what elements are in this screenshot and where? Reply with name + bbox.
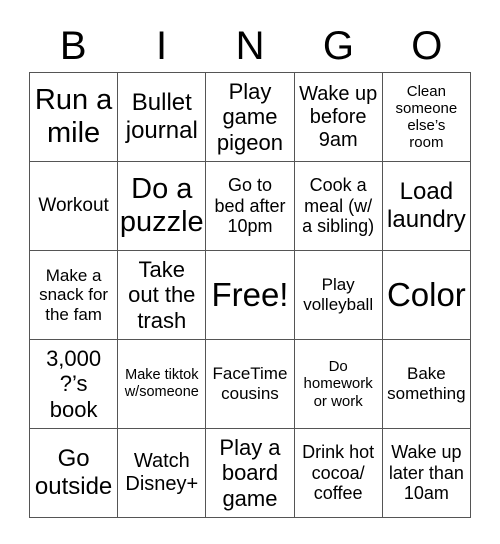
cell-text: Wake up before 9am [299, 82, 378, 151]
cell-text: Free! [211, 276, 289, 314]
bingo-cell[interactable]: Clean someone else’s room [381, 72, 472, 162]
grid-row: Run a mile Bullet journal Play game pige… [28, 72, 472, 162]
free-space-cell[interactable]: Free! [205, 250, 295, 340]
bingo-cell[interactable]: Make a snack for the fam [28, 250, 119, 340]
header-letter-o: O [411, 24, 443, 68]
grid-row: Go outside Watch Disney+ Play a board ga… [28, 428, 472, 518]
cell-text: 3,000 ?’s book [46, 346, 102, 422]
cell-text: Play a board game [219, 435, 281, 511]
bingo-cell[interactable]: Wake up later than 10am [381, 428, 472, 518]
bingo-header: B I N G O [29, 24, 471, 68]
bingo-cell[interactable]: Run a mile [28, 72, 119, 162]
cell-text: Go to bed after 10pm [214, 174, 286, 237]
bingo-cell[interactable]: Go to bed after 10pm [205, 161, 295, 251]
bingo-cell[interactable]: Play game pigeon [205, 72, 295, 162]
bingo-cell[interactable]: FaceTime cousins [205, 339, 295, 429]
cell-text: Do a puzzle [119, 172, 204, 238]
cell-text: Make a snack for the fam [39, 265, 109, 324]
bingo-cell[interactable]: Take out the trash [117, 250, 207, 340]
cell-text: Go outside [34, 445, 113, 500]
cell-text: FaceTime cousins [212, 364, 288, 403]
cell-text: Workout [38, 195, 109, 217]
cell-text: Load laundry [387, 178, 466, 233]
cell-text: Drink hot cocoa/ coffee [302, 441, 375, 504]
bingo-cell[interactable]: Do a puzzle [117, 161, 207, 251]
bingo-cell[interactable]: 3,000 ?’s book [28, 339, 119, 429]
bingo-cell[interactable]: Cook a meal (w/ a sibling) [293, 161, 383, 251]
header-letter-b: B [59, 24, 87, 68]
cell-text: Make tiktok w/someone [124, 367, 199, 400]
grid-row: 3,000 ?’s book Make tiktok w/someone Fac… [28, 339, 472, 429]
cell-text: Run a mile [34, 83, 113, 149]
cell-text: Bullet journal [125, 89, 198, 144]
cell-text: Play volleyball [303, 275, 374, 314]
cell-text: Bake something [387, 364, 466, 403]
cell-text: Cook a meal (w/ a sibling) [302, 174, 375, 237]
cell-text: Watch Disney+ [125, 450, 199, 495]
header-letter-g: G [322, 24, 354, 68]
cell-text: Take out the trash [128, 257, 196, 333]
grid-row: Make a snack for the fam Take out the tr… [28, 250, 472, 340]
bingo-grid: Run a mile Bullet journal Play game pige… [28, 72, 472, 518]
bingo-cell[interactable]: Drink hot cocoa/ coffee [293, 428, 383, 518]
bingo-cell[interactable]: Do homework or work [293, 339, 383, 429]
bingo-cell[interactable]: Watch Disney+ [117, 428, 207, 518]
bingo-cell[interactable]: Workout [28, 161, 119, 251]
cell-text: Wake up later than 10am [388, 441, 464, 504]
header-letter-i: I [156, 24, 168, 68]
bingo-cell[interactable]: Bullet journal [117, 72, 207, 162]
bingo-cell[interactable]: Color [381, 250, 472, 340]
cell-text: Clean someone else’s room [395, 82, 458, 152]
bingo-cell[interactable]: Wake up before 9am [293, 72, 383, 162]
cell-text: Do homework or work [303, 358, 373, 410]
bingo-cell[interactable]: Play volleyball [293, 250, 383, 340]
bingo-cell[interactable]: Play a board game [205, 428, 295, 518]
cell-text: Color [386, 276, 466, 314]
bingo-cell[interactable]: Make tiktok w/someone [117, 339, 207, 429]
cell-text: Play game pigeon [216, 79, 283, 155]
bingo-cell[interactable]: Load laundry [381, 161, 472, 251]
bingo-cell[interactable]: Bake something [381, 339, 472, 429]
bingo-cell[interactable]: Go outside [28, 428, 119, 518]
grid-row: Workout Do a puzzle Go to bed after 10pm… [28, 161, 472, 251]
header-letter-n: N [235, 24, 265, 68]
